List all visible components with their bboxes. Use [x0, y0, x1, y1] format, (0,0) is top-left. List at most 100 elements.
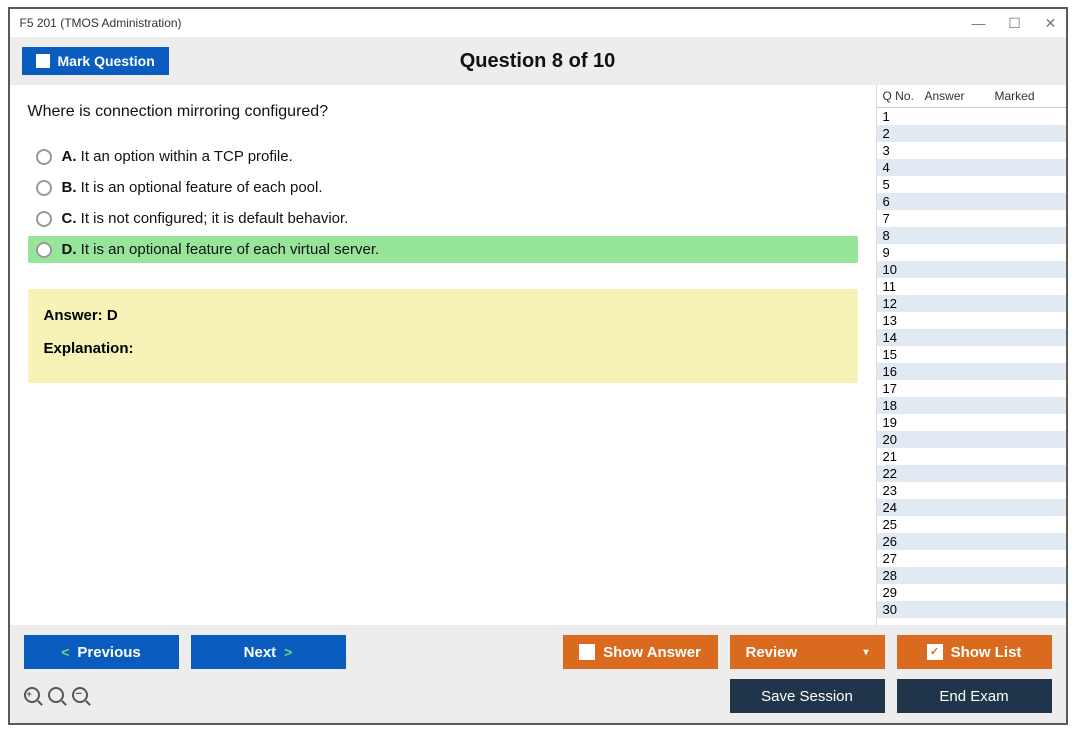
question-counter: Question 8 of 10: [460, 50, 616, 73]
question-list-row[interactable]: 28: [877, 567, 1066, 584]
checkbox-icon: [579, 644, 595, 660]
next-label: Next: [244, 644, 277, 661]
option-A[interactable]: A. It an option within a TCP profile.: [28, 143, 858, 170]
radio-icon: [36, 149, 52, 165]
show-answer-label: Show Answer: [603, 644, 701, 661]
next-button[interactable]: Next >: [191, 635, 346, 669]
row-qno: 9: [883, 245, 925, 260]
question-list-row[interactable]: 29: [877, 584, 1066, 601]
option-label: D. It is an optional feature of each vir…: [62, 241, 380, 258]
question-list-row[interactable]: 11: [877, 278, 1066, 295]
question-list-row[interactable]: 10: [877, 261, 1066, 278]
question-list-row[interactable]: 6: [877, 193, 1066, 210]
save-session-button[interactable]: Save Session: [730, 679, 885, 713]
row-qno: 8: [883, 228, 925, 243]
question-list-row[interactable]: 25: [877, 516, 1066, 533]
row-qno: 24: [883, 500, 925, 515]
question-list-row[interactable]: 30: [877, 601, 1066, 618]
topbar: Mark Question Question 8 of 10: [10, 37, 1066, 85]
review-label: Review: [746, 644, 798, 661]
question-list-row[interactable]: 3: [877, 142, 1066, 159]
row-qno: 6: [883, 194, 925, 209]
question-list-row[interactable]: 9: [877, 244, 1066, 261]
caret-down-icon: ▾: [863, 647, 868, 658]
button-row-1: < Previous Next > Show Answer Review ▾ S…: [24, 635, 1052, 669]
question-list-row[interactable]: 16: [877, 363, 1066, 380]
radio-icon: [36, 180, 52, 196]
radio-icon: [36, 242, 52, 258]
window-controls: — ☐ ✕: [970, 15, 1060, 32]
option-label: A. It an option within a TCP profile.: [62, 148, 293, 165]
end-exam-label: End Exam: [939, 688, 1008, 705]
row-qno: 11: [883, 279, 925, 294]
zoom-in-icon[interactable]: +: [24, 687, 42, 705]
question-list-row[interactable]: 23: [877, 482, 1066, 499]
question-list-row[interactable]: 21: [877, 448, 1066, 465]
question-list-row[interactable]: 27: [877, 550, 1066, 567]
question-list-row[interactable]: 14: [877, 329, 1066, 346]
question-list-row[interactable]: 4: [877, 159, 1066, 176]
radio-icon: [36, 211, 52, 227]
option-D[interactable]: D. It is an optional feature of each vir…: [28, 236, 858, 263]
question-list-row[interactable]: 2: [877, 125, 1066, 142]
close-icon[interactable]: ✕: [1042, 15, 1060, 32]
question-content: Where is connection mirroring configured…: [10, 85, 876, 625]
question-list-row[interactable]: 15: [877, 346, 1066, 363]
row-qno: 17: [883, 381, 925, 396]
col-answer: Answer: [925, 89, 995, 103]
row-qno: 12: [883, 296, 925, 311]
option-label: C. It is not configured; it is default b…: [62, 210, 349, 227]
question-list-header: Q No. Answer Marked: [877, 85, 1066, 108]
question-list-row[interactable]: 1: [877, 108, 1066, 125]
question-list-row[interactable]: 13: [877, 312, 1066, 329]
question-list-row[interactable]: 8: [877, 227, 1066, 244]
options-list: A. It an option within a TCP profile. B. …: [28, 143, 858, 263]
mark-question-label: Mark Question: [58, 53, 155, 69]
row-qno: 20: [883, 432, 925, 447]
question-list-row[interactable]: 7: [877, 210, 1066, 227]
end-exam-button[interactable]: End Exam: [897, 679, 1052, 713]
question-list-row[interactable]: 18: [877, 397, 1066, 414]
mark-question-button[interactable]: Mark Question: [22, 47, 169, 75]
previous-button[interactable]: < Previous: [24, 635, 179, 669]
titlebar: F5 201 (TMOS Administration) — ☐ ✕: [10, 9, 1066, 37]
question-list-row[interactable]: 19: [877, 414, 1066, 431]
row-qno: 28: [883, 568, 925, 583]
save-session-label: Save Session: [761, 688, 853, 705]
checkbox-icon: [36, 54, 50, 68]
row-qno: 29: [883, 585, 925, 600]
row-qno: 19: [883, 415, 925, 430]
question-text: Where is connection mirroring configured…: [28, 103, 858, 121]
option-C[interactable]: C. It is not configured; it is default b…: [28, 205, 858, 232]
minimize-icon[interactable]: —: [970, 15, 988, 32]
row-qno: 14: [883, 330, 925, 345]
question-list-body[interactable]: 1234567891011121314151617181920212223242…: [877, 108, 1066, 625]
app-window: F5 201 (TMOS Administration) — ☐ ✕ Mark …: [8, 7, 1068, 725]
question-list-row[interactable]: 22: [877, 465, 1066, 482]
review-dropdown[interactable]: Review ▾: [730, 635, 885, 669]
zoom-out-icon[interactable]: −: [72, 687, 90, 705]
maximize-icon[interactable]: ☐: [1006, 15, 1024, 32]
col-marked: Marked: [995, 89, 1066, 103]
row-qno: 7: [883, 211, 925, 226]
question-list-row[interactable]: 20: [877, 431, 1066, 448]
zoom-reset-icon[interactable]: [48, 687, 66, 705]
row-qno: 25: [883, 517, 925, 532]
question-list-row[interactable]: 26: [877, 533, 1066, 550]
answer-label: Answer: D: [44, 307, 842, 324]
row-qno: 10: [883, 262, 925, 277]
show-answer-button[interactable]: Show Answer: [563, 635, 718, 669]
col-qno: Q No.: [883, 89, 925, 103]
zoom-controls: + −: [24, 687, 90, 705]
window-title: F5 201 (TMOS Administration): [20, 16, 182, 30]
button-row-2: + − Save Session End Exam: [24, 679, 1052, 713]
question-list-row[interactable]: 24: [877, 499, 1066, 516]
row-qno: 4: [883, 160, 925, 175]
chevron-right-icon: >: [284, 644, 292, 660]
question-list-row[interactable]: 12: [877, 295, 1066, 312]
question-list-row[interactable]: 17: [877, 380, 1066, 397]
option-B[interactable]: B. It is an optional feature of each poo…: [28, 174, 858, 201]
question-list-row[interactable]: 5: [877, 176, 1066, 193]
main-area: Where is connection mirroring configured…: [10, 85, 1066, 625]
show-list-button[interactable]: Show List: [897, 635, 1052, 669]
